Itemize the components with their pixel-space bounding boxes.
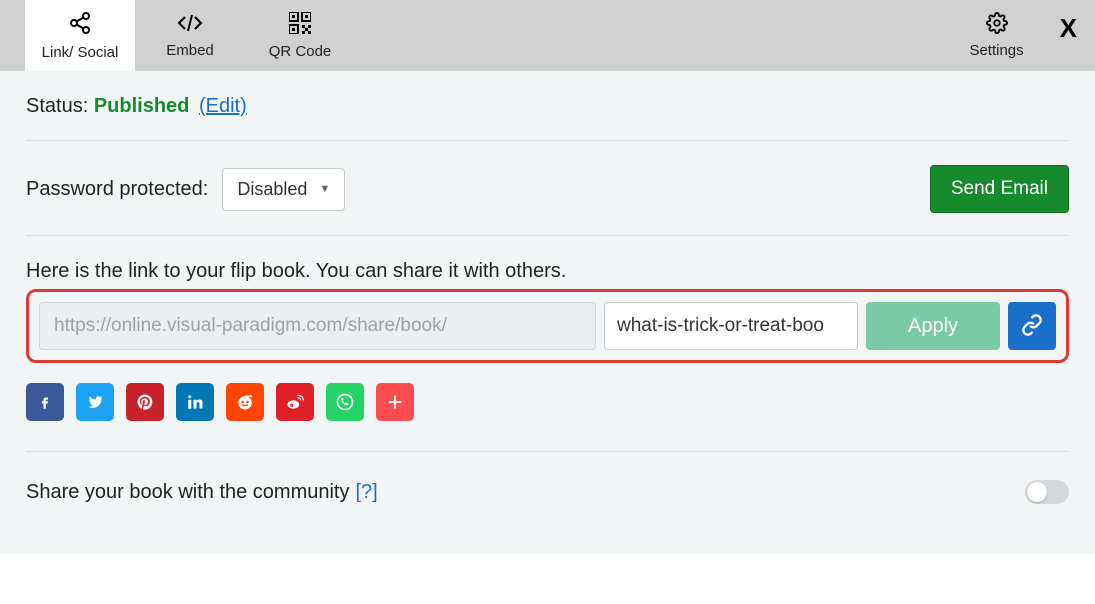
link-slug-input[interactable] — [604, 302, 858, 350]
share-icon — [68, 11, 92, 40]
community-label: Share your book with the community — [26, 481, 350, 504]
link-row-highlight: Apply — [26, 289, 1069, 363]
reddit-share-button[interactable] — [226, 383, 264, 421]
password-section: Password protected: Disabled ▼ Send Emai… — [26, 141, 1069, 236]
chevron-down-icon: ▼ — [319, 183, 330, 195]
tab-qrcode[interactable]: QR Code — [245, 0, 355, 71]
weibo-share-button[interactable] — [276, 383, 314, 421]
status-edit-link[interactable]: (Edit) — [199, 95, 247, 117]
community-help-link[interactable]: [?] — [356, 481, 378, 504]
close-icon[interactable]: X — [1060, 13, 1077, 44]
toggle-knob — [1027, 482, 1047, 502]
apply-button[interactable]: Apply — [866, 302, 1000, 350]
status-label: Status: — [26, 95, 88, 117]
copy-link-button[interactable] — [1008, 302, 1056, 350]
qrcode-icon — [289, 12, 311, 39]
link-base-input[interactable] — [39, 302, 596, 350]
link-icon — [1021, 314, 1043, 339]
gear-icon — [986, 12, 1008, 40]
status-section: Status: Published (Edit) — [26, 71, 1069, 141]
social-row: + — [26, 383, 1069, 421]
status-value: Published — [94, 95, 190, 117]
whatsapp-share-button[interactable] — [326, 383, 364, 421]
community-section: Share your book with the community [?] — [26, 452, 1069, 554]
tab-label: Embed — [166, 42, 214, 59]
link-description: Here is the link to your flip book. You … — [26, 260, 1069, 283]
tab-label: QR Code — [269, 43, 332, 60]
facebook-share-button[interactable] — [26, 383, 64, 421]
linkedin-share-button[interactable] — [176, 383, 214, 421]
tab-bar: Link/ Social Embed QR Code Settings X — [0, 0, 1095, 71]
password-value: Disabled — [237, 179, 307, 200]
pinterest-share-button[interactable] — [126, 383, 164, 421]
settings-label: Settings — [969, 42, 1023, 59]
link-section: Here is the link to your flip book. You … — [26, 236, 1069, 452]
more-share-button[interactable]: + — [376, 383, 414, 421]
tab-embed[interactable]: Embed — [135, 0, 245, 71]
tab-label: Link/ Social — [42, 44, 119, 61]
settings-button[interactable]: Settings — [969, 12, 1023, 59]
content-area: Status: Published (Edit) Password protec… — [0, 71, 1095, 554]
send-email-button[interactable]: Send Email — [930, 165, 1069, 213]
password-label: Password protected: — [26, 178, 208, 201]
password-select[interactable]: Disabled ▼ — [222, 168, 345, 211]
twitter-share-button[interactable] — [76, 383, 114, 421]
code-icon — [177, 13, 203, 38]
community-toggle[interactable] — [1025, 480, 1069, 504]
tab-link-social[interactable]: Link/ Social — [25, 0, 135, 71]
